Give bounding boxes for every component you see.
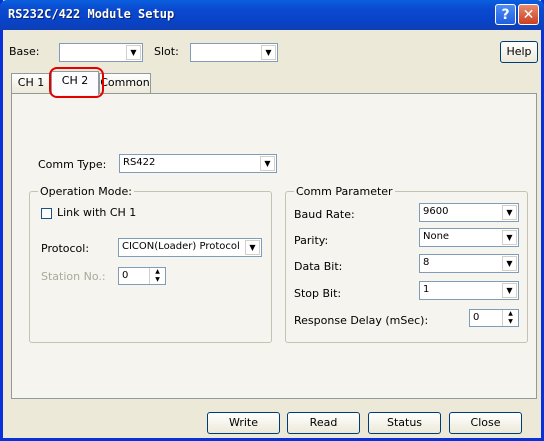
parity-combo[interactable]: None ▼ — [419, 228, 519, 247]
help-button[interactable]: Help — [500, 41, 538, 63]
stopbit-label: Stop Bit: — [294, 287, 342, 300]
tab-common[interactable]: Common — [99, 73, 151, 93]
chevron-down-icon[interactable]: ▼ — [261, 45, 276, 60]
station-spinner[interactable]: 0 ▲ ▼ — [118, 267, 166, 285]
protocol-label: Protocol: — [41, 242, 90, 255]
baud-label: Baud Rate: — [294, 208, 355, 221]
window-title: RS232C/422 Module Setup — [8, 7, 175, 21]
comm-parameter-group: Comm Parameter Baud Rate: 9600 ▼ Parity:… — [285, 185, 528, 343]
slot-label: Slot: — [154, 45, 179, 58]
status-button[interactable]: Status — [368, 412, 441, 434]
baud-combo[interactable]: 9600 ▼ — [419, 203, 519, 222]
databit-label: Data Bit: — [294, 260, 343, 273]
close-button[interactable]: Close — [449, 412, 522, 434]
base-combo[interactable]: ▼ — [59, 43, 143, 62]
operation-mode-group: Operation Mode: Link with CH 1 Protocol:… — [29, 185, 272, 343]
spinner-arrows[interactable]: ▲ ▼ — [502, 310, 518, 326]
protocol-combo[interactable]: CICON(Loader) Protocol ▼ — [118, 238, 262, 257]
link-checkbox[interactable] — [41, 208, 52, 219]
write-button[interactable]: Write — [207, 412, 280, 434]
databit-combo[interactable]: 8 ▼ — [419, 254, 519, 273]
chevron-down-icon[interactable]: ▼ — [245, 240, 260, 255]
comm-type-label: Comm Type: — [38, 158, 107, 171]
base-label: Base: — [9, 45, 40, 58]
chevron-down-icon[interactable]: ▼ — [260, 156, 275, 171]
close-title-button[interactable]: ✕ — [518, 4, 539, 25]
link-label: Link with CH 1 — [57, 206, 137, 219]
help-title-button[interactable]: ? — [495, 4, 516, 25]
spinner-arrows[interactable]: ▲ ▼ — [149, 268, 165, 284]
station-label: Station No.: — [41, 270, 106, 283]
comm-parameter-title: Comm Parameter — [294, 185, 395, 198]
operation-mode-title: Operation Mode: — [38, 185, 134, 198]
chevron-down-icon[interactable]: ▼ — [502, 230, 517, 245]
dialog-window: RS232C/422 Module Setup ? ✕ Base: ▼ Slot… — [0, 0, 544, 441]
tab-ch1[interactable]: CH 1 — [11, 73, 51, 93]
chevron-down-icon[interactable]: ▼ — [126, 45, 141, 60]
title-bar[interactable]: RS232C/422 Module Setup ? ✕ — [0, 0, 544, 30]
tab-panel: Comm Type: RS422 ▼ Operation Mode: Link … — [11, 93, 537, 399]
parity-label: Parity: — [294, 234, 329, 247]
delay-label: Response Delay (mSec): — [294, 314, 429, 327]
slot-combo[interactable]: ▼ — [190, 43, 278, 62]
delay-spinner[interactable]: 0 ▲ ▼ — [469, 309, 519, 327]
chevron-down-icon[interactable]: ▼ — [502, 256, 517, 271]
chevron-down-icon[interactable]: ▼ — [502, 283, 517, 298]
comm-type-combo[interactable]: RS422 ▼ — [119, 154, 277, 173]
chevron-down-icon[interactable]: ▼ — [502, 205, 517, 220]
tab-highlight-annotation — [49, 67, 104, 98]
stopbit-combo[interactable]: 1 ▼ — [419, 281, 519, 300]
read-button[interactable]: Read — [287, 412, 360, 434]
